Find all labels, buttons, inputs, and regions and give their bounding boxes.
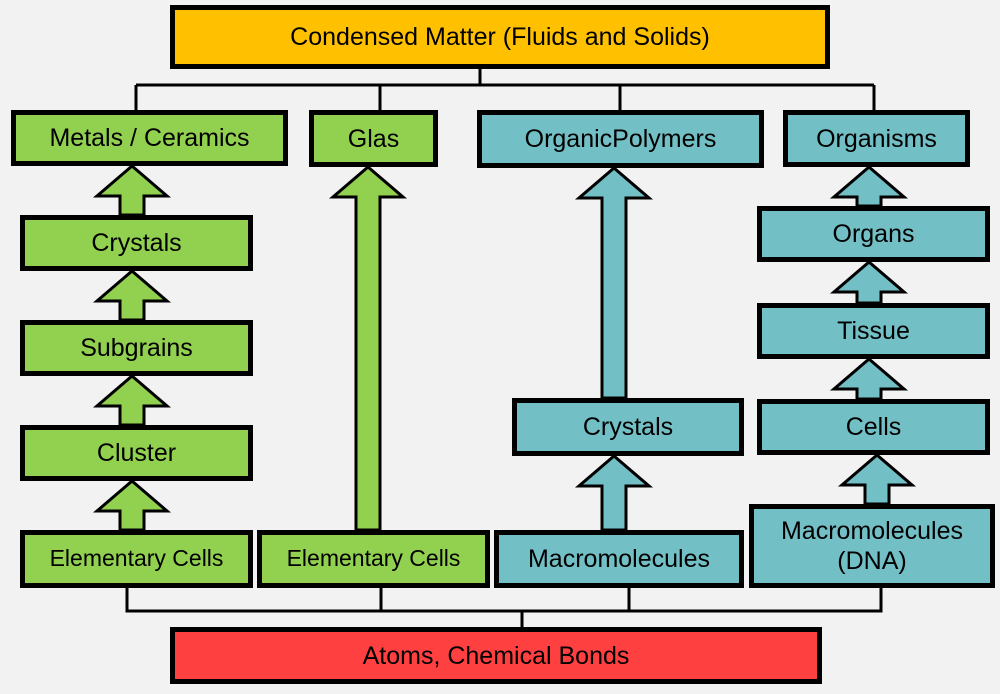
- arrow-up-icon: [92, 164, 172, 217]
- node-elementary-cells-1: Elementary Cells: [20, 530, 253, 588]
- node-crystals-metals: Crystals: [20, 215, 253, 271]
- node-macromolecules-dna: Macromolecules (DNA): [749, 504, 995, 588]
- connector-bottom-bar: [125, 588, 883, 613]
- node-cluster: Cluster: [20, 425, 253, 481]
- node-organic-polymers: OrganicPolymers: [477, 110, 764, 168]
- node-tissue: Tissue: [757, 303, 990, 359]
- node-condensed-matter: Condensed Matter (Fluids and Solids): [170, 5, 830, 69]
- arrow-up-icon: [829, 357, 909, 401]
- node-organisms: Organisms: [783, 110, 970, 167]
- node-cells: Cells: [757, 399, 990, 455]
- arrow-up-icon: [92, 479, 172, 532]
- node-glas: Glas: [309, 110, 438, 167]
- arrow-up-icon: [829, 165, 909, 208]
- arrow-up-icon: [328, 165, 408, 532]
- arrow-up-icon: [829, 260, 909, 305]
- node-macromolecules: Macromolecules: [494, 530, 744, 588]
- arrow-up-icon: [574, 454, 654, 532]
- arrow-up-icon: [92, 269, 172, 322]
- arrow-up-icon: [92, 374, 172, 427]
- arrow-up-icon: [837, 453, 917, 506]
- node-atoms-chemical-bonds: Atoms, Chemical Bonds: [170, 627, 822, 684]
- node-elementary-cells-2: Elementary Cells: [257, 530, 490, 588]
- node-crystals-polymers: Crystals: [512, 398, 744, 456]
- node-metals-ceramics: Metals / Ceramics: [11, 110, 288, 166]
- node-subgrains: Subgrains: [20, 320, 253, 376]
- arrow-up-icon: [574, 166, 654, 400]
- node-organs: Organs: [757, 206, 990, 262]
